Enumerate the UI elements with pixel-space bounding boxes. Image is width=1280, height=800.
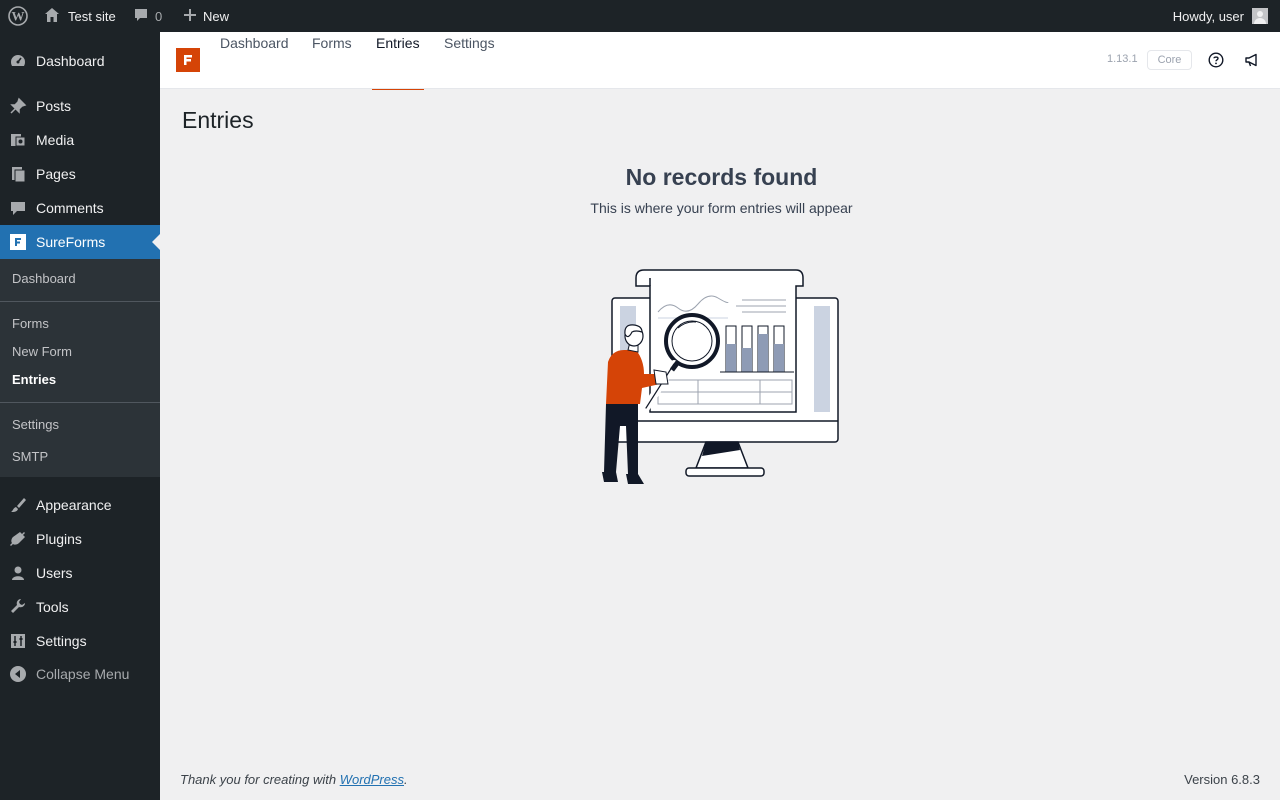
users-icon: [8, 563, 28, 583]
submenu-divider: [0, 402, 160, 403]
tab-settings[interactable]: Settings: [444, 32, 495, 89]
avatar: [1252, 8, 1268, 24]
sureforms-logo-icon[interactable]: [176, 48, 200, 72]
submenu-item-smtp[interactable]: SMTP: [12, 449, 48, 464]
submenu-item-forms[interactable]: Forms: [12, 316, 49, 331]
site-name: Test site: [68, 8, 116, 24]
submenu-item-new-form[interactable]: New Form: [12, 344, 72, 359]
new-content-link[interactable]: New: [183, 0, 229, 32]
pushpin-icon: [8, 96, 28, 116]
sidebar-item-appearance[interactable]: Appearance: [0, 488, 160, 522]
comment-icon: [8, 198, 28, 218]
sidebar-item-comments[interactable]: Comments: [0, 191, 160, 225]
help-icon[interactable]: [1207, 51, 1225, 69]
settings-icon: [8, 631, 28, 651]
wrench-icon: [8, 597, 28, 617]
collapse-icon: [8, 664, 28, 684]
sidebar-item-label: Pages: [36, 166, 76, 182]
sidebar-item-posts[interactable]: Posts: [0, 89, 160, 123]
empty-state-title: No records found: [625, 164, 818, 190]
submenu-item-entries[interactable]: Entries: [12, 372, 56, 387]
plus-icon: [183, 8, 197, 25]
sidebar-item-label: Appearance: [36, 497, 112, 513]
collapse-menu-button[interactable]: Collapse Menu: [0, 657, 160, 691]
sidebar-item-label: Dashboard: [36, 53, 105, 69]
sidebar-item-tools[interactable]: Tools: [0, 590, 160, 624]
sidebar-item-media[interactable]: Media: [0, 123, 160, 157]
megaphone-icon[interactable]: [1243, 51, 1261, 69]
sidebar-item-pages[interactable]: Pages: [0, 157, 160, 191]
media-icon: [8, 130, 28, 150]
new-label: New: [203, 8, 230, 24]
sidebar-item-label: Settings: [36, 633, 87, 649]
plugin-icon: [8, 529, 28, 549]
sidebar-item-settings[interactable]: Settings: [0, 624, 160, 658]
admin-sidebar: Dashboard Posts Media Pages Comments Sur…: [0, 32, 160, 800]
sidebar-item-label: Collapse Menu: [36, 666, 130, 682]
sidebar-item-label: Comments: [36, 200, 104, 216]
svg-text:W: W: [12, 9, 25, 24]
footer-thanks: Thank you for creating with WordPress.: [180, 772, 408, 787]
tab-dashboard[interactable]: Dashboard: [220, 32, 289, 89]
submenu-item-dashboard[interactable]: Dashboard: [12, 271, 76, 286]
home-icon: [44, 7, 60, 26]
admin-bar: W Test site 0 New Howdy, user: [0, 0, 1280, 32]
sidebar-item-label: SureForms: [36, 234, 106, 250]
tab-label: Dashboard: [220, 35, 289, 51]
sureforms-icon: [8, 232, 28, 252]
dashboard-icon: [8, 51, 28, 71]
sidebar-item-sureforms[interactable]: SureForms: [0, 225, 160, 259]
sidebar-item-label: Users: [36, 565, 73, 581]
sureforms-submenu: Dashboard Forms New Form Entries Setting…: [0, 259, 160, 477]
comments-link[interactable]: 0: [133, 0, 162, 32]
tab-entries[interactable]: Entries: [372, 32, 424, 90]
sidebar-item-users[interactable]: Users: [0, 556, 160, 590]
sidebar-item-plugins[interactable]: Plugins: [0, 522, 160, 556]
sidebar-item-label: Tools: [36, 599, 69, 615]
pages-icon: [8, 164, 28, 184]
site-name-link[interactable]: Test site: [44, 0, 116, 32]
sidebar-item-dashboard[interactable]: Dashboard: [0, 44, 160, 78]
page-title: Entries: [182, 107, 254, 133]
sidebar-item-label: Posts: [36, 98, 72, 114]
footer-thanks-suffix: .: [404, 772, 408, 787]
sidebar-item-label: Media: [36, 132, 75, 148]
footer-thanks-prefix: Thank you for creating with: [180, 772, 340, 787]
account-menu[interactable]: Howdy, user: [1173, 0, 1268, 32]
wordpress-logo-icon[interactable]: W: [6, 0, 30, 32]
howdy-text: Howdy, user: [1172, 8, 1244, 24]
wordpress-link[interactable]: WordPress: [340, 772, 404, 787]
paintbrush-icon: [8, 495, 28, 515]
footer-version: Version 6.8.3: [1184, 772, 1260, 787]
tab-label: Entries: [376, 35, 420, 51]
tab-forms[interactable]: Forms: [312, 32, 352, 89]
empty-state-subtitle: This is where your form entries will app…: [590, 200, 853, 216]
submenu-item-settings[interactable]: Settings: [12, 417, 59, 432]
submenu-divider: [0, 301, 160, 302]
sidebar-item-label: Plugins: [36, 531, 82, 547]
tab-label: Forms: [312, 35, 352, 51]
empty-state-illustration: [598, 266, 846, 488]
sureforms-header: Dashboard Forms Entries Settings 1.13.1 …: [160, 32, 1280, 90]
plugin-version: 1.13.1: [1107, 53, 1138, 65]
comments-count: 0: [155, 8, 163, 24]
tab-label: Settings: [444, 35, 495, 51]
core-badge: Core: [1147, 50, 1192, 70]
comment-bubble-icon: [133, 7, 149, 26]
